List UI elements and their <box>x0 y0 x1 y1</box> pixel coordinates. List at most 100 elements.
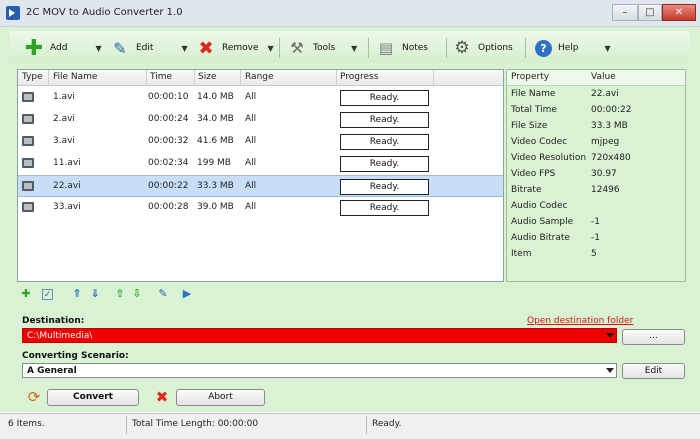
column-header-progress[interactable]: Progress <box>340 72 378 82</box>
property-row: Video Resolution 720x480 <box>507 151 685 167</box>
chevron-down-icon[interactable] <box>606 368 614 373</box>
edit-button[interactable]: ✎ Edit ▼ <box>110 36 187 60</box>
close-button[interactable]: ✕ <box>662 4 696 21</box>
file-size: 14.0 MB <box>197 92 234 102</box>
file-row[interactable]: 2.avi 00:00:24 34.0 MB All Ready. <box>18 109 503 131</box>
property-value: 00:00:22 <box>591 105 632 115</box>
file-name: 3.avi <box>53 136 75 146</box>
notes-button[interactable]: ▤ Notes <box>376 36 428 60</box>
options-button[interactable]: ⚙ Options <box>452 36 513 60</box>
property-key: Video FPS <box>511 169 556 179</box>
column-header-file-name[interactable]: File Name <box>53 72 97 82</box>
column-header-value: Value <box>591 72 616 82</box>
file-row[interactable]: 3.avi 00:00:32 41.6 MB All Ready. <box>18 131 503 153</box>
remove-icon: ✖ <box>198 37 214 59</box>
property-row: Video FPS 30.97 <box>507 167 685 183</box>
file-time: 00:00:24 <box>148 114 189 124</box>
move-down-icon[interactable]: ⇩ <box>130 287 144 301</box>
window-title: 2C MOV to Audio Converter 1.0 <box>26 7 183 18</box>
remove-button[interactable]: ✖ Remove ▼ <box>196 36 274 60</box>
move-top-icon[interactable]: ⇑ <box>70 287 84 301</box>
play-icon[interactable]: ▶ <box>180 287 194 301</box>
file-list[interactable]: Type File Name Time Size Range Progress … <box>17 69 504 282</box>
options-label: Options <box>478 43 513 53</box>
property-value: 720x480 <box>591 153 631 163</box>
tools-dropdown-icon[interactable]: ▼ <box>351 44 357 53</box>
file-time: 00:02:34 <box>148 158 189 168</box>
toolbar-separator <box>446 38 447 58</box>
property-value: 22.avi <box>591 89 619 99</box>
refresh-icon: ⟳ <box>27 388 41 406</box>
maximize-button[interactable]: □ <box>638 4 662 21</box>
remove-dropdown-icon[interactable]: ▼ <box>268 44 274 53</box>
file-row-selected[interactable]: 22.avi 00:00:22 33.3 MB All Ready. <box>18 175 503 197</box>
wand-icon: ⚒ <box>290 39 304 57</box>
abort-button[interactable]: Abort <box>176 389 265 406</box>
property-key: Audio Bitrate <box>511 233 570 243</box>
move-bottom-icon[interactable]: ⇓ <box>88 287 102 301</box>
edit-icon[interactable]: ✎ <box>156 287 170 301</box>
scenario-select[interactable]: A General <box>22 363 617 378</box>
file-name: 22.avi <box>53 181 81 191</box>
file-size: 199 MB <box>197 158 231 168</box>
convert-button[interactable]: Convert <box>47 389 139 406</box>
destination-label: Destination: <box>22 316 85 326</box>
tools-button[interactable]: ⚒ Tools ▼ <box>287 36 357 60</box>
file-row[interactable]: 11.avi 00:02:34 199 MB All Ready. <box>18 153 503 175</box>
remove-label: Remove <box>222 43 259 53</box>
progress-status: Ready. <box>340 179 429 195</box>
abort-icon: ✖ <box>155 388 169 406</box>
properties-panel: Property Value File Name 22.avi Total Ti… <box>506 69 686 282</box>
column-divider <box>240 70 241 86</box>
add-icon[interactable]: ✚ <box>19 287 33 301</box>
file-time: 00:00:28 <box>148 202 189 212</box>
file-size: 34.0 MB <box>197 114 234 124</box>
property-key: Audio Sample <box>511 217 574 227</box>
video-file-icon <box>22 114 34 124</box>
property-value: 12496 <box>591 185 620 195</box>
minimize-button[interactable]: – <box>612 4 638 21</box>
checkbox-icon[interactable]: ✓ <box>42 289 53 300</box>
destination-field[interactable]: C:\Multimedia\ <box>22 328 617 343</box>
column-header-size[interactable]: Size <box>198 72 216 82</box>
property-key: Total Time <box>511 105 557 115</box>
file-size: 39.0 MB <box>197 202 234 212</box>
status-divider <box>126 416 127 434</box>
open-destination-folder-link[interactable]: Open destination folder <box>527 316 633 326</box>
file-name: 33.avi <box>53 202 81 212</box>
property-row: Audio Codec <box>507 199 685 215</box>
add-button[interactable]: ✚ Add ▼ <box>24 36 102 61</box>
move-up-icon[interactable]: ⇧ <box>113 287 127 301</box>
edit-scenario-button[interactable]: Edit <box>622 363 685 379</box>
column-header-type[interactable]: Type <box>22 72 43 82</box>
property-row: File Size 33.3 MB <box>507 119 685 135</box>
edit-dropdown-icon[interactable]: ▼ <box>181 44 187 53</box>
converting-scenario-label: Converting Scenario: <box>22 351 129 361</box>
file-range: All <box>245 92 257 102</box>
file-range: All <box>245 181 257 191</box>
property-row: Audio Sample -1 <box>507 215 685 231</box>
progress-status: Ready. <box>340 156 429 172</box>
property-row: Total Time 00:00:22 <box>507 103 685 119</box>
file-row[interactable]: 1.avi 00:00:10 14.0 MB All Ready. <box>18 87 503 109</box>
property-value: mjpeg <box>591 137 620 147</box>
column-header-range[interactable]: Range <box>245 72 274 82</box>
column-header-time[interactable]: Time <box>150 72 172 82</box>
column-header-property: Property <box>511 72 550 82</box>
item-count: 6 Items. <box>8 419 45 429</box>
browse-button[interactable]: ... <box>622 329 685 345</box>
property-value: 30.97 <box>591 169 617 179</box>
help-icon: ? <box>535 39 552 57</box>
file-size: 33.3 MB <box>197 181 234 191</box>
help-dropdown-icon[interactable]: ▼ <box>605 44 611 53</box>
notes-icon: ▤ <box>378 39 394 57</box>
chevron-down-icon[interactable] <box>606 333 614 338</box>
file-time: 00:00:10 <box>148 92 189 102</box>
toolbar-separator <box>279 38 280 58</box>
toolbar-separator <box>525 38 526 58</box>
help-button[interactable]: ? Help ▼ <box>535 36 611 60</box>
file-row[interactable]: 33.avi 00:00:28 39.0 MB All Ready. <box>18 197 503 219</box>
status-divider <box>366 416 367 434</box>
total-time-length: Total Time Length: 00:00:00 <box>132 419 259 429</box>
add-dropdown-icon[interactable]: ▼ <box>95 44 101 53</box>
